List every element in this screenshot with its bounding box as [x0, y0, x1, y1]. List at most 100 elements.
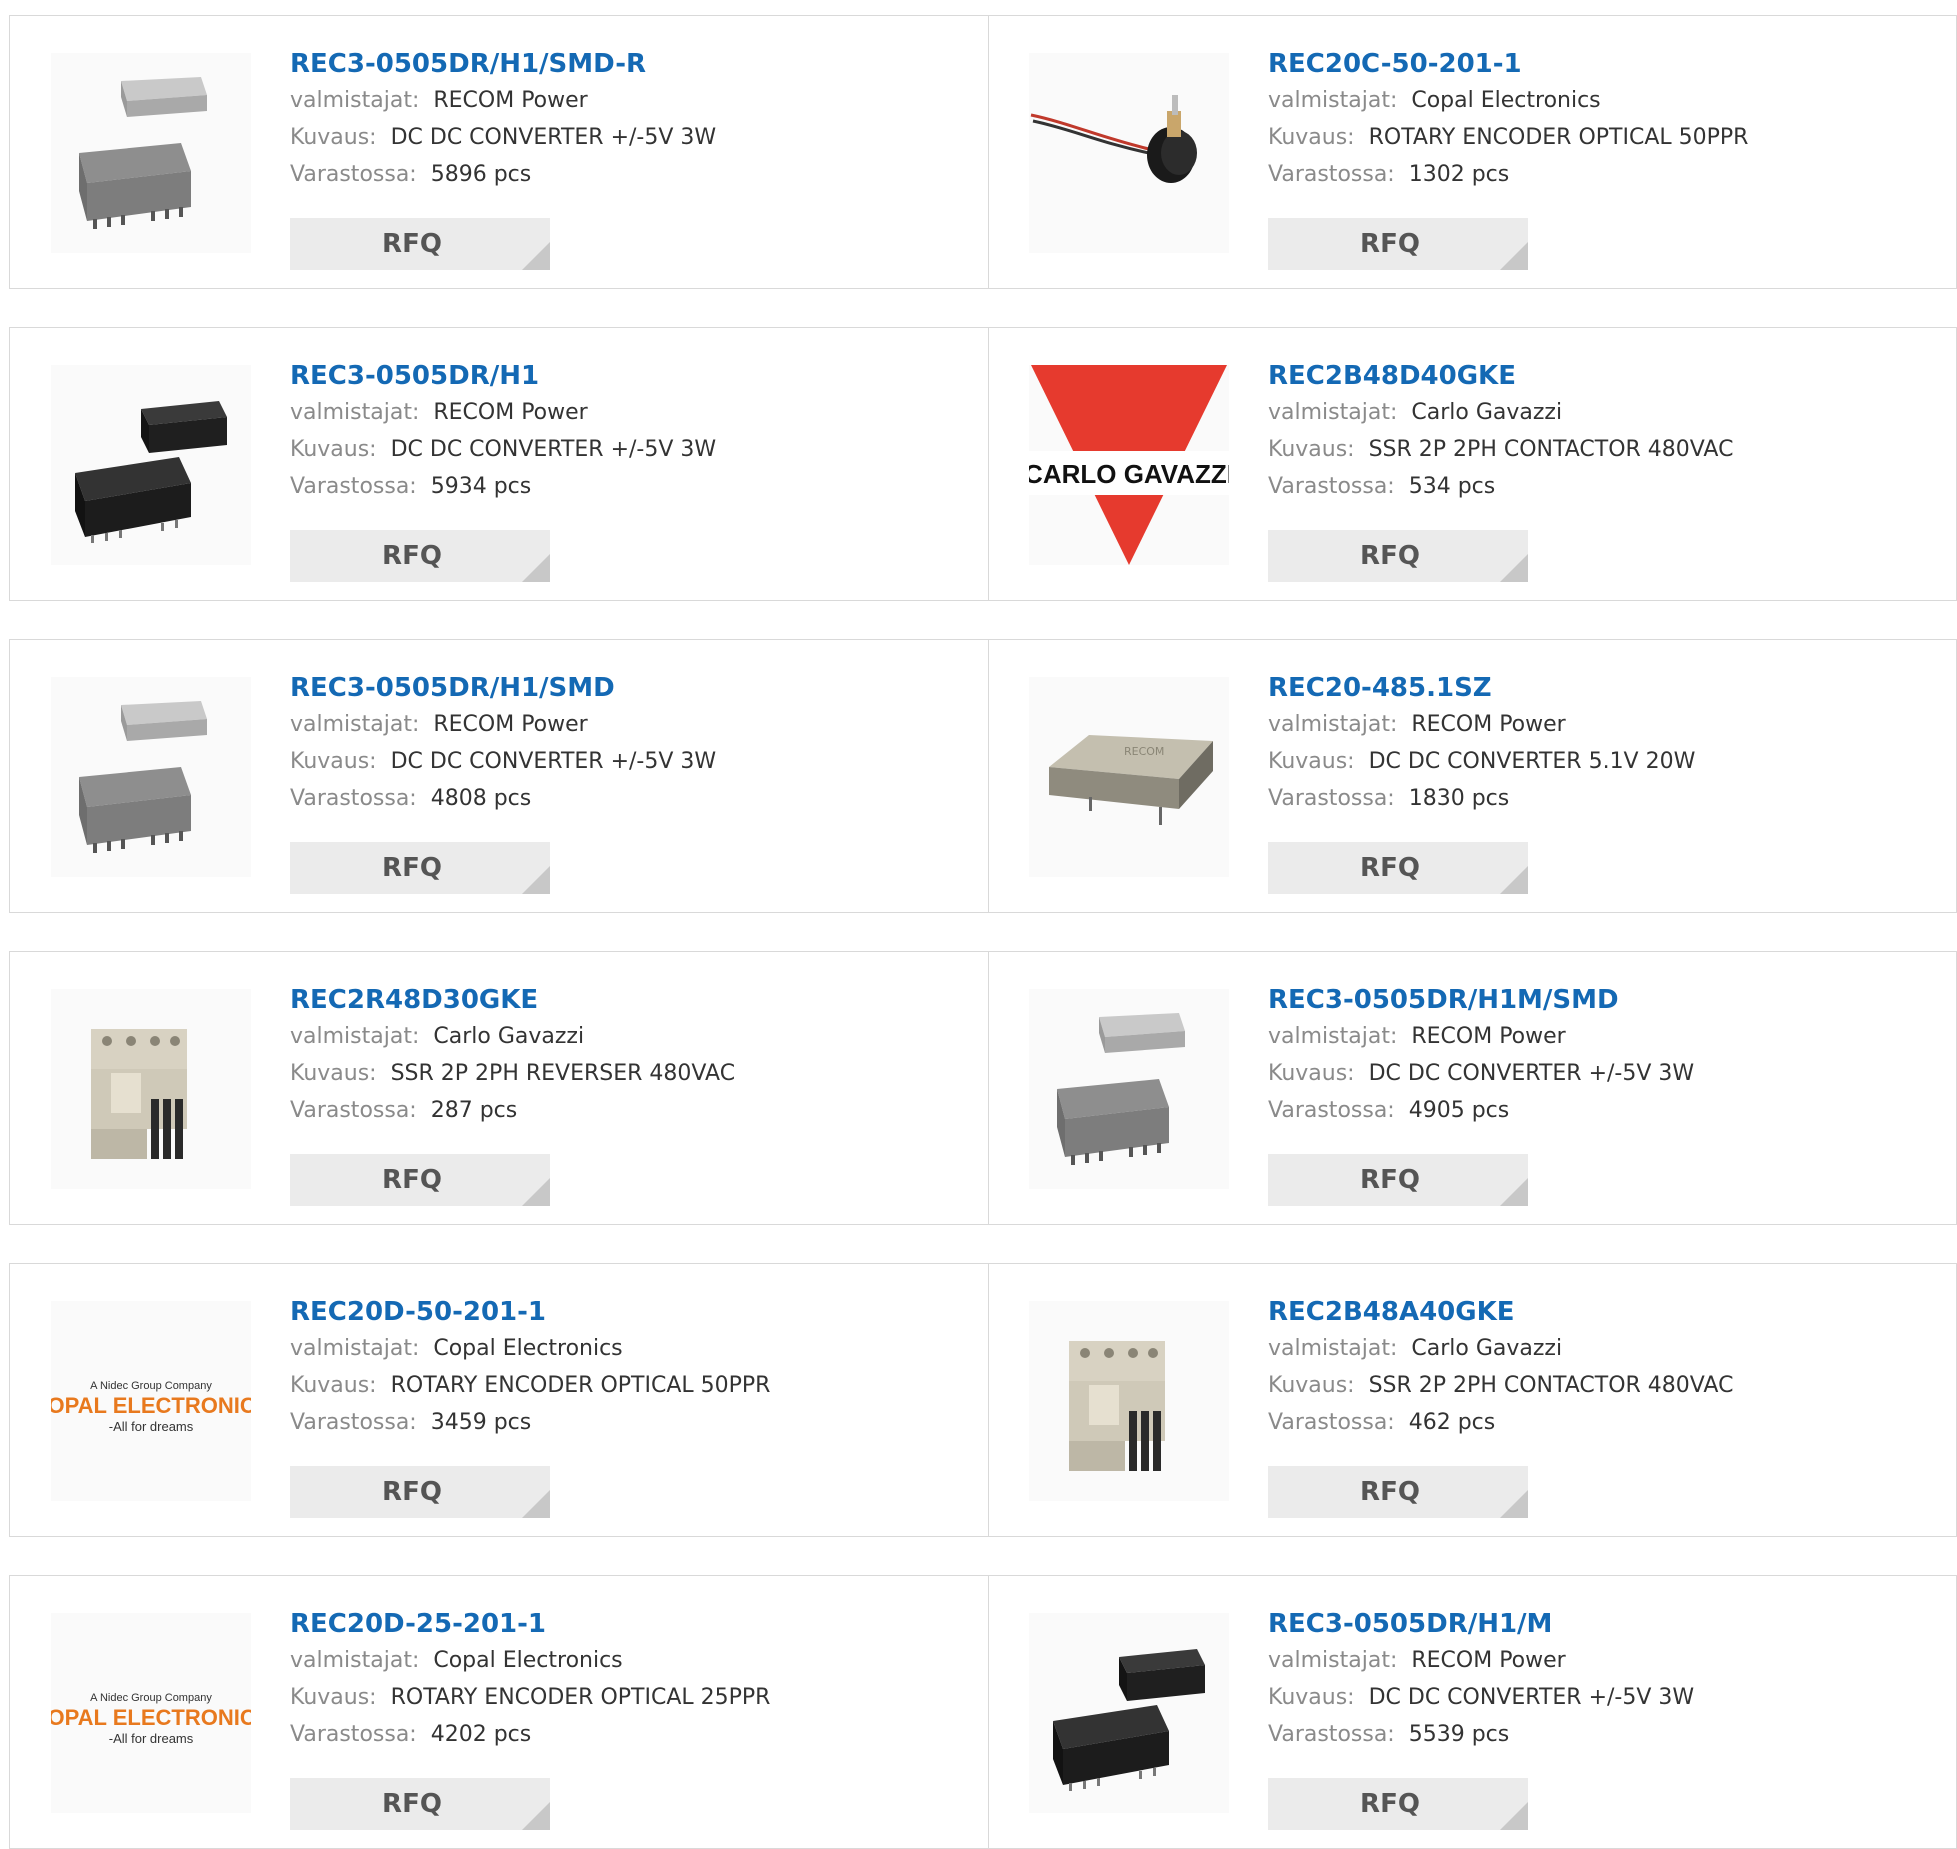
description-row: Kuvaus: SSR 2P 2PH REVERSER 480VAC [290, 1055, 735, 1092]
rfq-button-label: RFQ [1360, 1165, 1420, 1195]
description-row: Kuvaus: DC DC CONVERTER +/-5V 3W [290, 119, 716, 156]
product-card: A Nidec Group Company COPAL ELECTRONICS … [10, 1576, 989, 1848]
module-black-pair-icon[interactable] [51, 365, 251, 565]
contactor-relay-icon[interactable] [51, 989, 251, 1189]
manufacturer-row: valmistajat: RECOM Power [1268, 1642, 1694, 1679]
rfq-button[interactable]: RFQ [290, 1466, 550, 1518]
manufacturer-label: valmistajat: [290, 400, 420, 425]
rfq-button[interactable]: RFQ [1268, 1778, 1528, 1830]
copal-electronics-logo[interactable]: A Nidec Group Company COPAL ELECTRONICS … [51, 1301, 251, 1501]
module-silver-pair-icon[interactable] [51, 53, 251, 253]
rfq-button[interactable]: RFQ [290, 218, 550, 270]
contactor-relay-icon[interactable] [1029, 1301, 1229, 1501]
description-label: Kuvaus: [290, 749, 377, 774]
rfq-button[interactable]: RFQ [1268, 842, 1528, 894]
description-label: Kuvaus: [1268, 749, 1355, 774]
rfq-button-label: RFQ [1360, 853, 1420, 883]
product-part-link[interactable]: REC20-485.1SZ [1268, 670, 1695, 706]
rfq-button-label: RFQ [382, 229, 442, 259]
manufacturer-value: RECOM Power [1411, 712, 1566, 737]
product-part-link[interactable]: REC20C-50-201-1 [1268, 46, 1748, 82]
description-row: Kuvaus: ROTARY ENCODER OPTICAL 50PPR [290, 1367, 770, 1404]
svg-text:COPAL ELECTRONICS: COPAL ELECTRONICS [51, 1393, 251, 1418]
product-info: REC2B48D40GKE valmistajat: Carlo Gavazzi … [1268, 358, 1733, 505]
description-label: Kuvaus: [1268, 125, 1355, 150]
stock-row: Varastossa: 4905 pcs [1268, 1092, 1694, 1129]
stock-value: 4905 pcs [1408, 1098, 1510, 1123]
product-card: REC3-0505DR/H1/M valmistajat: RECOM Power… [988, 1576, 1956, 1848]
module-black-pair-icon[interactable] [1029, 1613, 1229, 1813]
manufacturer-label: valmistajat: [1268, 88, 1398, 113]
manufacturer-value: RECOM Power [433, 712, 588, 737]
product-card: REC3-0505DR/H1/SMD valmistajat: RECOM Pow… [10, 640, 989, 912]
product-part-link[interactable]: REC3-0505DR/H1/SMD-R [290, 46, 716, 82]
stock-value: 3459 pcs [430, 1410, 532, 1435]
product-part-link[interactable]: REC20D-25-201-1 [290, 1606, 770, 1642]
description-label: Kuvaus: [290, 1373, 377, 1398]
rotary-encoder-icon[interactable] [1029, 53, 1229, 253]
product-part-link[interactable]: REC3-0505DR/H1M/SMD [1268, 982, 1694, 1018]
rfq-button[interactable]: RFQ [290, 1778, 550, 1830]
module-metal-can-icon[interactable]: RECOM [1029, 677, 1229, 877]
manufacturer-label: valmistajat: [290, 88, 420, 113]
copal-electronics-logo[interactable]: A Nidec Group Company COPAL ELECTRONICS … [51, 1613, 251, 1813]
product-row: A Nidec Group Company COPAL ELECTRONICS … [9, 1575, 1957, 1849]
stock-row: Varastossa: 5896 pcs [290, 156, 716, 193]
product-part-link[interactable]: REC3-0505DR/H1/SMD [290, 670, 716, 706]
module-silver-pair-icon[interactable] [1029, 989, 1229, 1189]
rfq-button[interactable]: RFQ [1268, 530, 1528, 582]
product-info: REC3-0505DR/H1M/SMD valmistajat: RECOM Po… [1268, 982, 1694, 1129]
description-value: SSR 2P 2PH CONTACTOR 480VAC [1368, 1373, 1734, 1398]
rfq-button[interactable]: RFQ [1268, 218, 1528, 270]
rfq-button[interactable]: RFQ [290, 842, 550, 894]
product-card: REC3-0505DR/H1/SMD-R valmistajat: RECOM P… [10, 16, 989, 288]
description-label: Kuvaus: [290, 437, 377, 462]
stock-label: Varastossa: [290, 1410, 417, 1435]
product-part-link[interactable]: REC2R48D30GKE [290, 982, 735, 1018]
product-info: REC3-0505DR/H1/M valmistajat: RECOM Power… [1268, 1606, 1694, 1753]
rfq-button-label: RFQ [1360, 1477, 1420, 1507]
stock-row: Varastossa: 4202 pcs [290, 1716, 770, 1753]
module-silver-pair-icon[interactable] [51, 677, 251, 877]
manufacturer-row: valmistajat: Copal Electronics [290, 1330, 770, 1367]
stock-value: 5539 pcs [1408, 1722, 1510, 1747]
stock-value: 4202 pcs [430, 1722, 532, 1747]
description-value: DC DC CONVERTER +/-5V 3W [390, 749, 717, 774]
manufacturer-row: valmistajat: Carlo Gavazzi [1268, 394, 1733, 431]
product-card: CARLO GAVAZZI REC2B48D40GKE valmistajat:… [988, 328, 1956, 600]
stock-value: 4808 pcs [430, 786, 532, 811]
rfq-button-label: RFQ [382, 853, 442, 883]
stock-label: Varastossa: [290, 786, 417, 811]
rfq-button[interactable]: RFQ [290, 530, 550, 582]
description-value: DC DC CONVERTER +/-5V 3W [390, 125, 717, 150]
description-row: Kuvaus: ROTARY ENCODER OPTICAL 50PPR [1268, 119, 1748, 156]
stock-row: Varastossa: 462 pcs [1268, 1404, 1733, 1441]
manufacturer-label: valmistajat: [290, 1024, 420, 1049]
description-value: DC DC CONVERTER +/-5V 3W [390, 437, 717, 462]
manufacturer-row: valmistajat: RECOM Power [1268, 706, 1695, 743]
product-part-link[interactable]: REC3-0505DR/H1 [290, 358, 716, 394]
product-part-link[interactable]: REC3-0505DR/H1/M [1268, 1606, 1694, 1642]
product-card: REC2B48A40GKE valmistajat: Carlo Gavazzi … [988, 1264, 1956, 1536]
product-part-link[interactable]: REC20D-50-201-1 [290, 1294, 770, 1330]
product-part-link[interactable]: REC2B48A40GKE [1268, 1294, 1733, 1330]
rfq-button[interactable]: RFQ [1268, 1466, 1528, 1518]
carlo-gavazzi-logo[interactable]: CARLO GAVAZZI [1029, 365, 1229, 565]
manufacturer-label: valmistajat: [1268, 712, 1398, 737]
product-card: REC3-0505DR/H1 valmistajat: RECOM Power K… [10, 328, 989, 600]
rfq-button[interactable]: RFQ [1268, 1154, 1528, 1206]
manufacturer-value: Carlo Gavazzi [433, 1024, 585, 1049]
product-info: REC2R48D30GKE valmistajat: Carlo Gavazzi … [290, 982, 735, 1129]
product-card: REC3-0505DR/H1M/SMD valmistajat: RECOM Po… [988, 952, 1956, 1224]
manufacturer-row: valmistajat: RECOM Power [290, 82, 716, 119]
description-row: Kuvaus: DC DC CONVERTER 5.1V 20W [1268, 743, 1695, 780]
product-card: REC20C-50-201-1 valmistajat: Copal Electr… [988, 16, 1956, 288]
rfq-button[interactable]: RFQ [290, 1154, 550, 1206]
manufacturer-row: valmistajat: Carlo Gavazzi [290, 1018, 735, 1055]
manufacturer-row: valmistajat: Copal Electronics [1268, 82, 1748, 119]
product-info: REC20D-25-201-1 valmistajat: Copal Electr… [290, 1606, 770, 1753]
manufacturer-row: valmistajat: Carlo Gavazzi [1268, 1330, 1733, 1367]
manufacturer-label: valmistajat: [290, 712, 420, 737]
product-info: REC20C-50-201-1 valmistajat: Copal Electr… [1268, 46, 1748, 193]
product-part-link[interactable]: REC2B48D40GKE [1268, 358, 1733, 394]
